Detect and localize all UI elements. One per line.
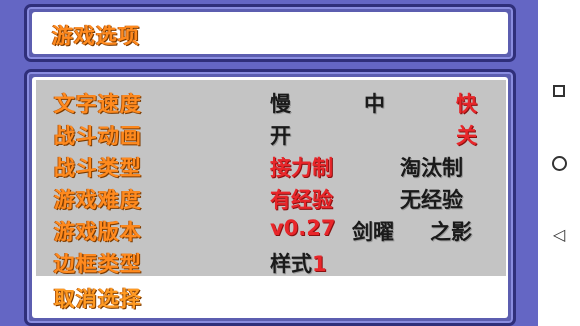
option-value-inexperienced[interactable]: 无经验 (400, 184, 463, 214)
square-icon (553, 85, 565, 97)
option-value-shadow[interactable]: 之影 (430, 216, 472, 246)
cancel-row[interactable]: 取消选择 (0, 280, 538, 312)
frame-style-number: 1 (312, 252, 327, 276)
option-row-battle-animation[interactable]: 战斗动画 开 关 (0, 117, 538, 149)
option-value-elimination[interactable]: 淘汰制 (400, 152, 463, 182)
option-value-relay[interactable]: 接力制 (270, 152, 333, 182)
option-label: 文字速度 (54, 92, 142, 116)
option-value-fast[interactable]: 快 (456, 88, 477, 118)
option-row-battle-type[interactable]: 战斗类型 接力制 淘汰制 (0, 149, 538, 181)
option-row-game-version[interactable]: 游戏版本 v0.27 剑曜 之影 (0, 213, 538, 245)
back-button[interactable]: ◁ (538, 220, 580, 250)
option-value-version[interactable]: v0.27 (270, 216, 336, 240)
option-row-frame-type[interactable]: 边框类型 样式1 (0, 245, 538, 277)
menu-title: 游戏选项 (52, 24, 140, 48)
option-value-medium[interactable]: 中 (364, 88, 385, 118)
option-row-difficulty[interactable]: 游戏难度 有经验 无经验 (0, 181, 538, 213)
home-button[interactable] (538, 148, 580, 178)
option-label: 边框类型 (54, 252, 142, 276)
android-navbar: ◁ (538, 0, 580, 326)
option-value-slow[interactable]: 慢 (270, 88, 291, 118)
circle-icon (551, 155, 567, 171)
option-value-on[interactable]: 开 (270, 120, 291, 150)
option-label: 游戏版本 (54, 220, 142, 244)
option-label: 游戏难度 (54, 188, 142, 212)
recent-apps-button[interactable] (538, 76, 580, 106)
game-screen: 游戏选项 文字速度 慢 中 快 战斗动画 开 关 战斗类型 接力制 淘汰制 游戏… (0, 0, 538, 326)
option-row-text-speed[interactable]: 文字速度 慢 中 快 (0, 85, 538, 117)
option-value-style[interactable]: 样式1 (270, 248, 327, 278)
cancel-button[interactable]: 取消选择 (54, 283, 142, 313)
option-value-off[interactable]: 关 (456, 120, 477, 150)
frame-style-text: 样式 (270, 252, 312, 276)
option-label: 战斗类型 (54, 156, 142, 180)
back-triangle-icon: ◁ (552, 225, 566, 244)
option-label: 战斗动画 (54, 124, 142, 148)
option-value-sword[interactable]: 剑曜 (352, 216, 394, 246)
option-value-experienced[interactable]: 有经验 (270, 184, 333, 214)
